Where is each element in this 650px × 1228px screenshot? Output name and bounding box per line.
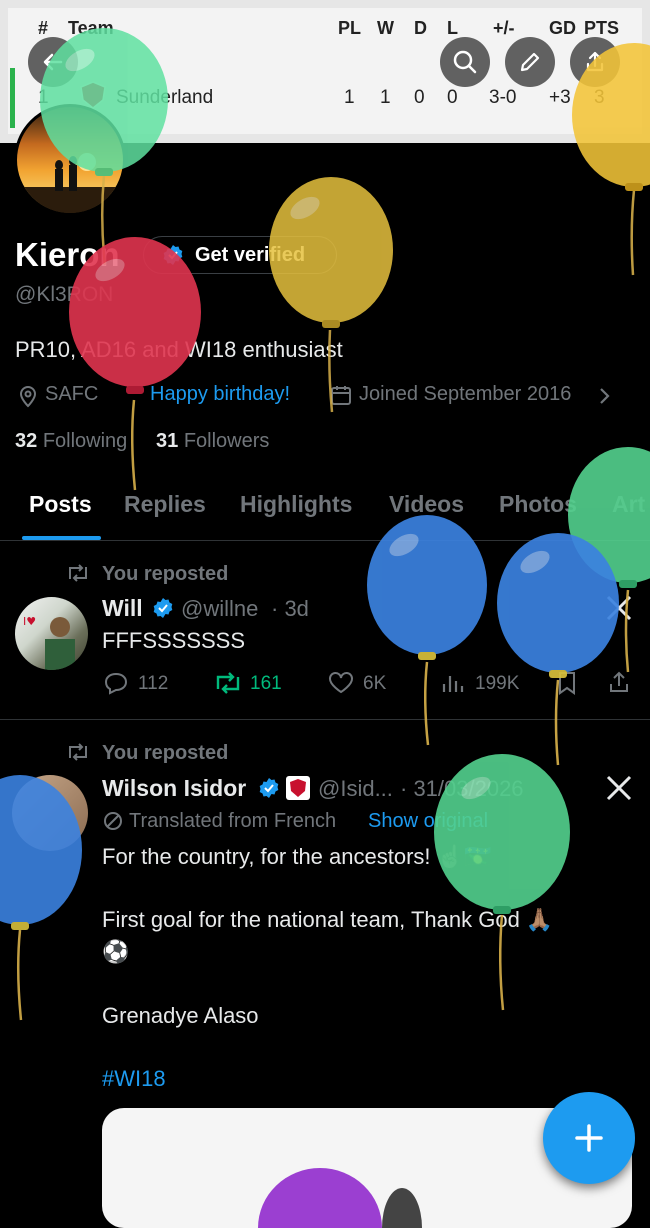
location-pin-icon [17, 384, 39, 408]
followers-count: 31 [156, 430, 179, 452]
table-header-pts: PTS [584, 18, 620, 38]
verified-badge-icon [152, 597, 174, 619]
post-text-line: First goal for the national team, Thank … [102, 907, 554, 932]
table-cell-plusminus: 3-0 [489, 87, 517, 108]
repost-action-icon[interactable] [214, 671, 242, 695]
joined-date: Joined September 2016 [359, 383, 572, 405]
followers-label: Followers [183, 430, 270, 452]
search-icon [452, 49, 478, 75]
translate-icon [103, 811, 123, 831]
position-indicator [10, 68, 15, 128]
post-time: · 3d [271, 596, 309, 621]
show-original-link[interactable]: Show original [368, 810, 488, 833]
post-author-name[interactable]: Will [102, 595, 143, 622]
repost-icon [66, 563, 90, 583]
compose-post-button[interactable] [543, 1092, 635, 1184]
table-cell-pts: 3 [594, 87, 605, 108]
hashtag-link[interactable]: #WI18 [102, 1066, 166, 1092]
repost-label: You reposted [102, 742, 229, 764]
post-author-name[interactable]: Wilson Isidor [102, 775, 246, 802]
post-author-avatar[interactable]: I♥ [15, 597, 88, 670]
followers-link[interactable]: 31 Followers [156, 430, 269, 453]
svg-text:I♥: I♥ [23, 615, 36, 628]
tabs-divider [0, 540, 650, 541]
repost-label: You reposted [102, 563, 229, 585]
balloon-icon [497, 533, 619, 766]
post-text-line: For the country, for the ancestors! ☝🏿🇬🇵 [102, 844, 492, 869]
share-button[interactable] [570, 37, 620, 87]
back-arrow-icon [41, 50, 65, 74]
views-count: 199K [475, 673, 520, 694]
post-text-line: ⚽ [102, 939, 130, 964]
back-button[interactable] [28, 37, 78, 87]
edit-pencil-icon [518, 50, 542, 74]
post-time: · 31/03/2026 [400, 776, 524, 801]
tab-photos[interactable]: Photos [499, 491, 577, 518]
table-cell-gd: +3 [549, 87, 571, 108]
post-text: FFFSSSSSSS [102, 628, 246, 653]
following-label: Following [42, 430, 128, 452]
repost-count: 161 [250, 673, 282, 694]
table-header-d: D [414, 18, 427, 38]
plus-icon [573, 1122, 605, 1154]
search-button[interactable] [440, 37, 490, 87]
reply-count: 112 [138, 673, 169, 694]
balloon-icon [568, 447, 650, 673]
tab-highlights[interactable]: Highlights [240, 491, 352, 518]
table-header-l: L [447, 18, 458, 38]
share-post-icon[interactable] [607, 670, 631, 694]
share-icon [583, 50, 607, 74]
table-cell-l: 0 [447, 87, 458, 108]
following-link[interactable]: 32 Following [15, 430, 127, 453]
x-logo-icon[interactable] [605, 774, 633, 802]
get-verified-label: Get verified [195, 244, 306, 266]
table-header-w: W [377, 18, 394, 38]
profile-location: SAFC [45, 383, 99, 405]
get-verified-button[interactable]: Get verified [143, 236, 337, 274]
birthday-text: Happy birthday! [150, 383, 291, 405]
post-text-line: Grenadye Alaso [102, 1003, 259, 1028]
table-header-team: Team [68, 18, 114, 38]
like-heart-icon[interactable] [327, 671, 355, 695]
post-author-avatar[interactable] [12, 775, 88, 851]
like-count: 6K [363, 673, 387, 694]
verified-badge-icon [162, 244, 184, 266]
table-cell-team: Sunderland [116, 87, 214, 108]
verified-badge-icon [258, 777, 280, 799]
table-header-gd: GD [549, 18, 576, 38]
edit-button[interactable] [505, 37, 555, 87]
table-cell-d: 0 [414, 87, 425, 108]
club-badge-icon [286, 776, 310, 800]
tab-replies[interactable]: Replies [124, 491, 206, 518]
post-author-handle: @Isid... [318, 776, 393, 801]
tab-videos[interactable]: Videos [389, 491, 464, 518]
calendar-icon [330, 384, 352, 406]
profile-name: Kieron [15, 236, 120, 273]
post-author-handle: @willne [181, 596, 259, 621]
repost-icon [66, 742, 90, 762]
tab-articles[interactable]: Art [612, 491, 645, 518]
balloon-icon [367, 515, 487, 746]
translated-label: Translated from French [129, 810, 337, 832]
balloon-icon [269, 177, 393, 413]
reply-icon[interactable] [103, 671, 129, 695]
table-cell-pl: 1 [344, 87, 355, 108]
table-header-pl: PL [338, 18, 362, 38]
tab-posts[interactable]: Posts [29, 491, 92, 518]
profile-avatar[interactable] [14, 104, 126, 216]
table-cell-pos: 1 [38, 87, 49, 108]
post-divider [0, 719, 650, 720]
chevron-right-icon[interactable] [598, 386, 612, 406]
following-count: 32 [15, 430, 38, 452]
x-logo-icon[interactable] [605, 594, 633, 622]
table-header-plusminus: +/- [493, 18, 515, 38]
table-header-pos: # [38, 18, 49, 38]
views-chart-icon[interactable] [441, 672, 465, 694]
table-cell-w: 1 [380, 87, 391, 108]
profile-handle: @Kl3RON [15, 283, 114, 306]
profile-bio: PR10, AD16 and WI18 enthusiast [15, 337, 343, 362]
bookmark-icon[interactable] [556, 671, 578, 695]
